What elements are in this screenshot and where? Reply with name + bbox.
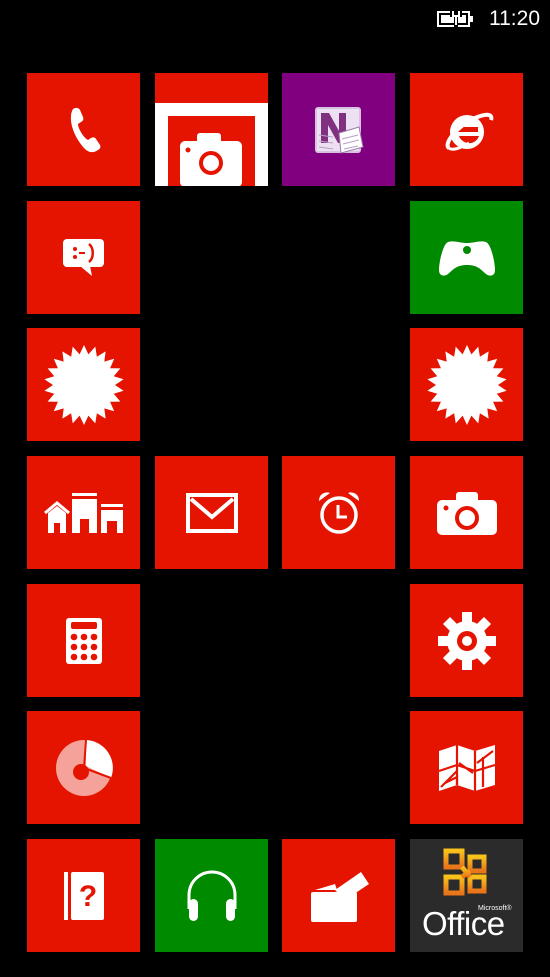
starburst-icon [43, 344, 124, 425]
tile-data-sense[interactable] [27, 711, 140, 824]
status-bar: 11:20 [0, 0, 550, 40]
alarm-clock-icon [318, 491, 359, 534]
buildings-icon [43, 492, 123, 533]
tile-games[interactable] [410, 201, 523, 314]
camera-photo-icon [155, 103, 268, 186]
tile-maps[interactable] [410, 711, 523, 824]
tile-store[interactable] [27, 456, 140, 569]
tile-settings[interactable] [410, 584, 523, 697]
camera-icon [436, 491, 497, 535]
onenote-icon [314, 106, 364, 154]
help-book-icon: ? [63, 871, 104, 920]
battery-charging-icon [437, 10, 473, 27]
clock: 11:20 [489, 7, 540, 30]
gear-icon [437, 611, 496, 670]
tile-calculator[interactable] [27, 584, 140, 697]
ie-icon [445, 112, 493, 151]
tile-photos[interactable] [155, 73, 268, 186]
calculator-icon [65, 617, 102, 664]
tile-onenote[interactable] [282, 73, 395, 186]
pie-chart-icon [55, 739, 113, 796]
tile-phone[interactable] [27, 73, 140, 186]
message-smiley-icon [62, 238, 104, 276]
tile-office[interactable]: Microsoft® Office [410, 839, 523, 952]
tile-wallet[interactable] [282, 839, 395, 952]
tile-app-left[interactable] [27, 328, 140, 441]
phone-icon [70, 107, 100, 152]
starburst-icon [426, 344, 507, 425]
wallet-cards-icon [310, 871, 369, 922]
map-icon [438, 744, 495, 791]
envelope-icon [185, 492, 238, 533]
headphones-icon [187, 870, 236, 921]
tile-help-tips[interactable]: ? [27, 839, 140, 952]
svg-text:?: ? [78, 880, 96, 913]
tile-messaging[interactable] [27, 201, 140, 314]
tile-internet-explorer[interactable] [410, 73, 523, 186]
office-label: Office [422, 905, 505, 942]
game-controller-icon [438, 240, 495, 276]
tile-alarms[interactable] [282, 456, 395, 569]
office-logo-icon [443, 848, 487, 896]
tile-camera[interactable] [410, 456, 523, 569]
tile-app-right[interactable] [410, 328, 523, 441]
tile-mail[interactable] [155, 456, 268, 569]
tile-music[interactable] [155, 839, 268, 952]
